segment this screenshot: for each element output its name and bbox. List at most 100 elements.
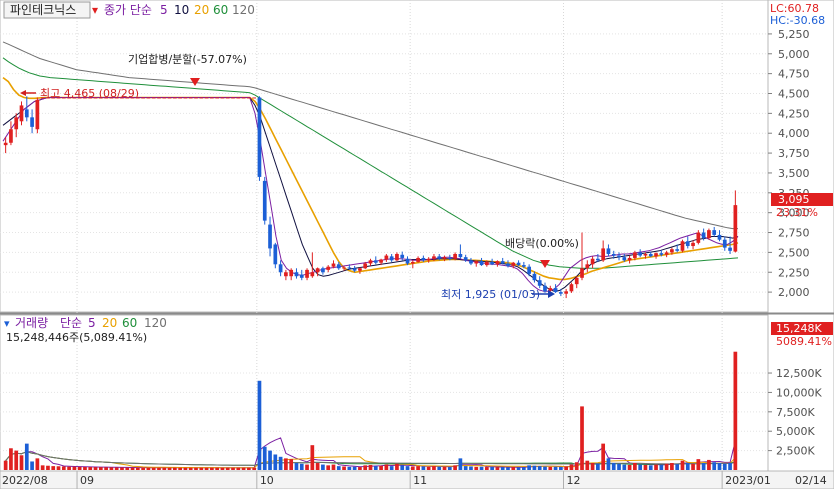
volume-bar xyxy=(135,467,140,470)
volume-bar xyxy=(262,446,267,470)
volume-bar xyxy=(35,458,40,470)
candle-body xyxy=(463,257,468,261)
volume-legend-ma-60: 60 xyxy=(122,316,137,330)
candle-body xyxy=(490,261,494,265)
candle-body xyxy=(670,249,674,253)
candle-body xyxy=(247,97,251,99)
volume-bar xyxy=(553,466,558,470)
volume-bar xyxy=(384,464,389,470)
volume-bar xyxy=(532,465,537,470)
volume-bar xyxy=(368,464,373,470)
low-annotation: 최저 1,925 (01/03) xyxy=(441,288,540,301)
candle-body xyxy=(410,261,415,264)
volume-bar xyxy=(305,464,309,470)
last-volume-pct: 5089.41% xyxy=(776,335,832,348)
volume-bar xyxy=(712,462,717,470)
volume-bar xyxy=(691,463,695,470)
candle-body xyxy=(484,261,489,266)
time-tick-label: 11 xyxy=(413,474,427,487)
last-change: 23.31% xyxy=(776,206,818,219)
price-tick-label: 5,250 xyxy=(778,28,810,41)
volume-bar xyxy=(273,454,278,470)
volume-bar xyxy=(173,467,177,470)
legend-label: 종가 단순 xyxy=(104,3,152,17)
volume-bar xyxy=(109,467,114,470)
price-tick-label: 4,000 xyxy=(778,127,810,140)
candle-body xyxy=(580,268,584,278)
candle-body xyxy=(516,262,521,266)
candle-body xyxy=(262,180,267,221)
candle-body xyxy=(30,117,34,127)
candle-body xyxy=(310,272,315,277)
candle-body xyxy=(617,255,621,258)
volume-bar xyxy=(426,466,431,470)
legend-ma-120: 120 xyxy=(232,3,255,17)
volume-bar xyxy=(257,380,262,470)
candle-body xyxy=(188,97,193,99)
volume-bar xyxy=(410,466,415,470)
volume-bar xyxy=(654,464,658,470)
volume-bar xyxy=(225,467,230,470)
volume-bar xyxy=(479,466,484,470)
volume-bar xyxy=(564,466,568,470)
volume-bar xyxy=(664,463,669,470)
volume-bar xyxy=(447,467,452,470)
volume-bar xyxy=(543,466,547,470)
price-tick-label: 2,750 xyxy=(778,227,810,240)
volume-bar xyxy=(83,466,87,470)
price-tick-label: 2,250 xyxy=(778,266,810,279)
candle-body xyxy=(9,129,13,143)
candle-body xyxy=(231,97,235,99)
candle-body xyxy=(506,263,510,266)
candle-body xyxy=(400,254,405,258)
volume-bar xyxy=(19,455,24,470)
candle-body xyxy=(479,261,484,266)
volume-bar xyxy=(511,467,516,470)
legend-ma-20: 20 xyxy=(194,3,209,17)
volume-bar xyxy=(14,450,19,470)
volume-bar xyxy=(638,464,643,470)
volume-bar xyxy=(146,467,151,470)
volume-bar xyxy=(548,466,553,470)
volume-bar xyxy=(40,465,45,470)
candle-body xyxy=(548,288,553,291)
volume-tick-label: 5,000K xyxy=(776,425,815,438)
candle-body xyxy=(521,265,526,267)
volume-bar xyxy=(331,464,336,470)
volume-bar xyxy=(733,351,738,470)
volume-bar xyxy=(289,459,294,470)
volume-bar xyxy=(617,463,621,470)
price-panel[interactable] xyxy=(0,0,769,313)
volume-bar xyxy=(199,467,204,470)
volume-bar xyxy=(670,463,674,470)
dividend-annotation: 배당락(0.00%) xyxy=(505,237,579,250)
volume-bar xyxy=(157,467,161,470)
time-tick-label: 09 xyxy=(80,474,94,487)
candle-body xyxy=(35,99,40,130)
volume-bar xyxy=(363,465,368,470)
candle-body xyxy=(151,97,156,99)
candle-body xyxy=(14,117,19,130)
volume-legend-arrow-icon[interactable]: ▾ xyxy=(4,317,10,330)
volume-bar xyxy=(321,464,325,470)
candle-body xyxy=(675,249,680,251)
candle-body xyxy=(315,268,320,273)
time-tick-label: 12 xyxy=(567,474,581,487)
candle-body xyxy=(712,230,717,235)
volume-bar xyxy=(527,465,531,470)
candle-body xyxy=(183,97,188,99)
hc-label: HC:-30.68 xyxy=(770,14,825,27)
volume-bar xyxy=(268,450,272,470)
volume-bar xyxy=(315,463,320,470)
volume-bar xyxy=(326,465,331,470)
legend-arrow-icon[interactable]: ▾ xyxy=(92,3,98,17)
candle-body xyxy=(685,241,690,247)
candle-body xyxy=(643,253,648,256)
stock-name: 파인테크닉스 xyxy=(10,3,76,17)
volume-bar xyxy=(56,466,61,470)
volume-bar xyxy=(194,467,198,470)
volume-bar xyxy=(151,467,156,470)
volume-bar xyxy=(590,463,595,470)
volume-bar xyxy=(3,460,8,470)
candle-body xyxy=(717,234,722,240)
